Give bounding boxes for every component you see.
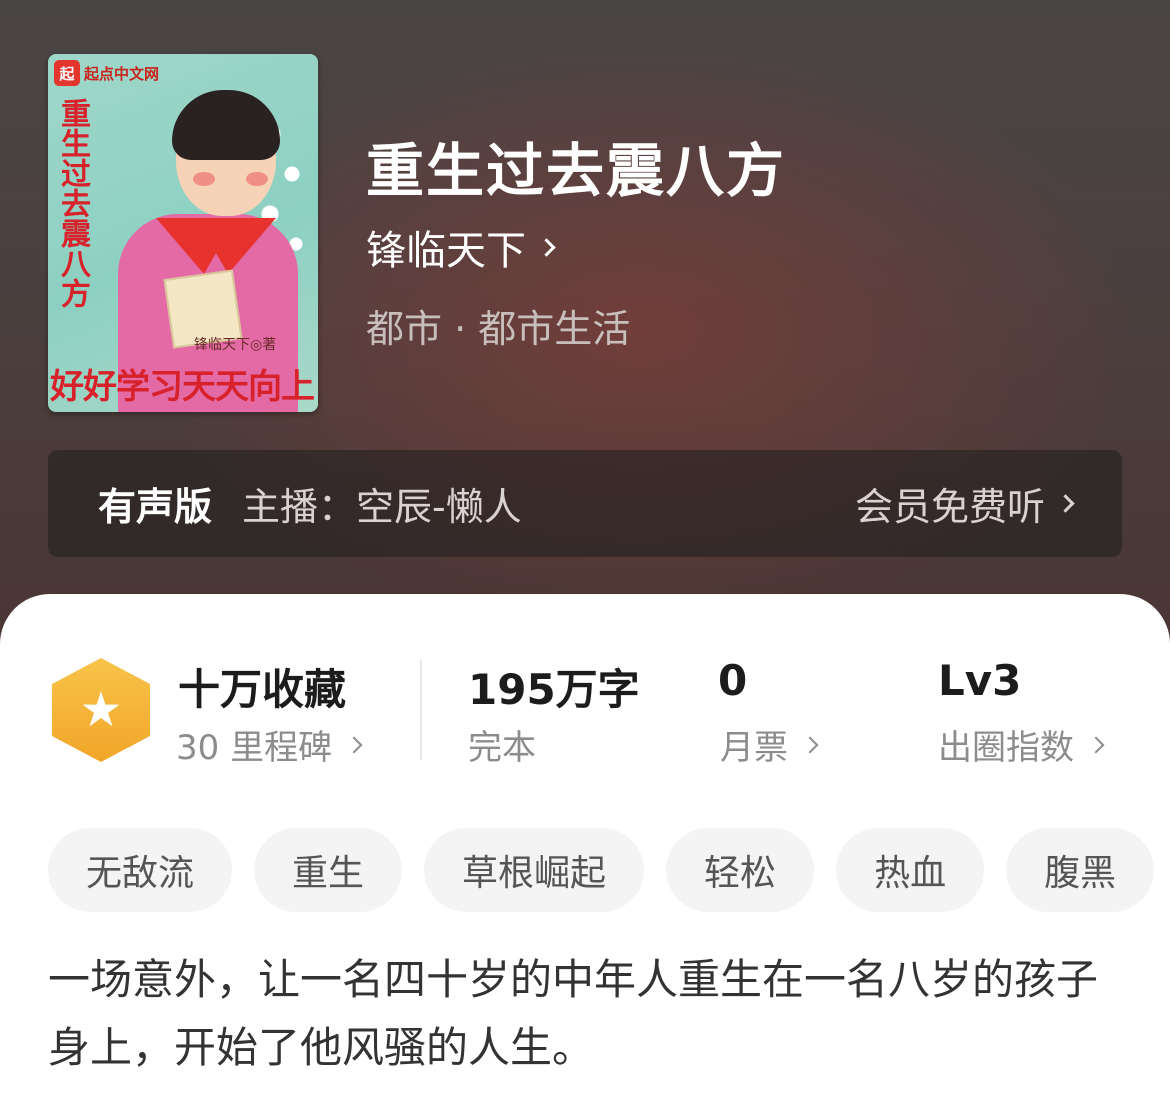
book-title: 重生过去震八方 [366, 137, 787, 205]
chevron-right-icon [1056, 494, 1075, 513]
cover-slogan: 好好学习天天向上 [50, 367, 315, 407]
publisher-logo-icon: 起 [54, 60, 80, 86]
tag-chip[interactable]: 无敌流 [48, 828, 233, 912]
monthly-votes-label: 月票 [720, 728, 788, 768]
chevron-right-icon [537, 237, 556, 257]
audio-version-label: 有声版 [98, 485, 213, 529]
word-count: 195万字 [468, 665, 640, 714]
monthly-votes-link[interactable]: 月票 [720, 720, 819, 769]
book-cover-image[interactable]: 起 起点中文网 重生过去震八方 锋临天下◎著 好好学习天天向上 [48, 54, 318, 412]
publisher-name: 起点中文网 [84, 65, 160, 83]
tag-chip[interactable]: 腹黑 [1006, 828, 1155, 912]
favorites-count: 十万收藏 [178, 665, 347, 714]
cover-figure-hair [172, 90, 280, 160]
tag-chip[interactable]: 草根崛起 [424, 828, 645, 912]
influence-level: Lv3 [938, 656, 1022, 705]
milestone-label: 30 里程碑 [176, 728, 333, 768]
stats-row: ★ 十万收藏 30 里程碑 195万字 完本 0 月票 Lv3 出圈指数 [0, 594, 1170, 794]
author-name: 锋临天下 [366, 228, 526, 274]
completion-label: 完本 [468, 728, 536, 768]
book-category[interactable]: 都市 · 都市生活 [366, 298, 630, 353]
tag-chip[interactable]: 热血 [836, 828, 985, 912]
audio-version-bar[interactable]: 有声版 主播：空辰-懒人 会员免费听 [48, 450, 1122, 557]
stats-divider [420, 660, 422, 760]
tag-chip[interactable]: 重生 [254, 828, 403, 912]
cover-cheek [246, 172, 268, 186]
book-synopsis[interactable]: 一场意外，让一名四十岁的中年人重生在一名八岁的孩子身上，开始了他风骚的人生。 [48, 946, 1128, 1082]
audio-narrator: 主播：空辰-懒人 [242, 485, 522, 529]
influence-index-label: 出圈指数 [938, 728, 1074, 768]
influence-index-link[interactable]: 出圈指数 [938, 720, 1105, 769]
book-detail-sheet: ★ 十万收藏 30 里程碑 195万字 完本 0 月票 Lv3 出圈指数 无敌流… [0, 594, 1170, 1104]
star-icon: ★ [79, 682, 123, 738]
chevron-right-icon [345, 736, 363, 753]
chevron-right-icon [1087, 736, 1105, 753]
cover-cheek [193, 172, 215, 186]
member-free-listen-button[interactable]: 会员免费听 [854, 476, 1075, 531]
cover-author-mark: 锋临天下◎著 [194, 337, 277, 353]
author-link[interactable]: 锋临天下 [366, 218, 556, 276]
completion-status: 完本 [468, 720, 536, 769]
tag-chip[interactable]: 轻松 [666, 828, 815, 912]
milestone-badge: ★ [52, 658, 150, 762]
member-free-listen-label: 会员免费听 [854, 485, 1045, 529]
milestone-link[interactable]: 30 里程碑 [176, 720, 363, 769]
chevron-right-icon [801, 736, 819, 753]
tag-list: 无敌流 重生 草根崛起 轻松 热血 腹黑 [48, 828, 1170, 912]
cover-vertical-title: 重生过去震八方 [55, 98, 90, 308]
monthly-votes-count: 0 [718, 656, 748, 705]
